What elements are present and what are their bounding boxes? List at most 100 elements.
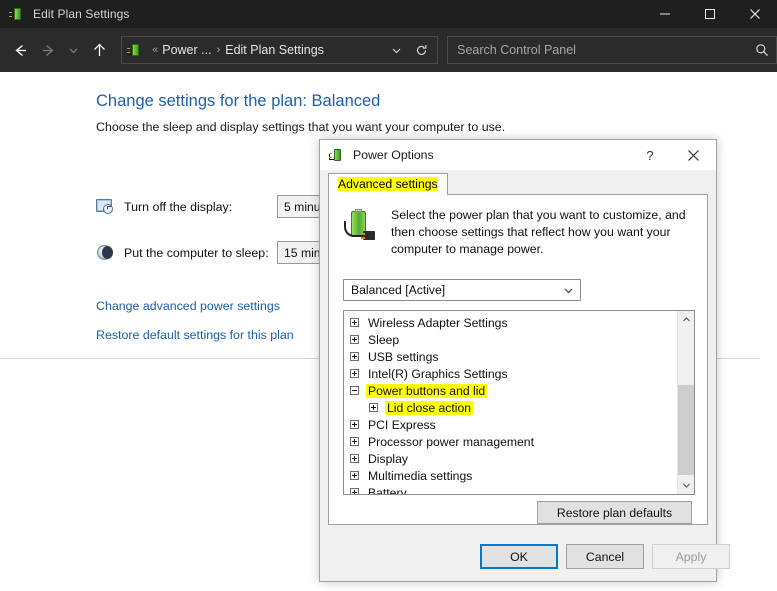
breadcrumb-item-edit-plan-settings[interactable]: Edit Plan Settings xyxy=(225,43,324,57)
tab-advanced-settings[interactable]: Advanced settings xyxy=(328,173,448,196)
ok-button[interactable]: OK xyxy=(480,544,558,569)
dialog-panel: Select the power plan that you want to c… xyxy=(328,195,708,525)
apply-button: Apply xyxy=(652,544,730,569)
cancel-button-label: Cancel xyxy=(585,549,625,564)
tree-row[interactable]: Battery xyxy=(350,484,678,495)
link-restore-default-settings[interactable]: Restore default settings for this plan xyxy=(96,328,294,342)
setting-row-sleep: Put the computer to sleep: xyxy=(96,242,269,264)
tree-row-label: Multimedia settings xyxy=(368,468,473,483)
expand-plus-icon[interactable] xyxy=(350,352,359,361)
expand-plus-icon[interactable] xyxy=(350,488,359,494)
tree-row[interactable]: USB settings xyxy=(350,348,678,365)
help-icon[interactable]: ? xyxy=(630,140,670,170)
plan-select-value: Balanced [Active] xyxy=(351,283,446,297)
expand-plus-icon[interactable] xyxy=(350,318,359,327)
page-subtitle: Choose the sleep and display settings th… xyxy=(96,120,506,134)
apply-button-label: Apply xyxy=(675,549,707,564)
moon-sleep-icon xyxy=(96,244,114,262)
power-options-icon xyxy=(9,6,25,22)
dialog-description-text: Select the power plan that you want to c… xyxy=(391,208,686,256)
tree-row[interactable]: Lid close action xyxy=(350,399,678,416)
dialog-tabstrip: Advanced settings xyxy=(328,173,708,196)
ok-button-label: OK xyxy=(510,549,528,564)
tree-row-label: Intel(R) Graphics Settings xyxy=(368,366,508,381)
dialog-description-block: Select the power plan that you want to c… xyxy=(343,207,693,258)
power-options-icon xyxy=(329,147,345,163)
chevron-up-icon[interactable] xyxy=(678,311,694,328)
page-right-edge xyxy=(760,72,777,591)
tree-row-label: USB settings xyxy=(368,349,439,364)
maximize-icon[interactable] xyxy=(687,0,732,28)
chevron-down-icon[interactable] xyxy=(563,280,574,300)
scrollbar-thumb[interactable] xyxy=(678,385,694,475)
combo-turn-off-display-value: 5 minut xyxy=(284,199,324,214)
expand-plus-icon[interactable] xyxy=(369,403,378,412)
search-icon[interactable] xyxy=(755,37,769,63)
battery-plug-icon xyxy=(343,209,383,249)
help-label: ? xyxy=(646,147,654,163)
tree-row[interactable]: PCI Express xyxy=(350,416,678,433)
power-options-dialog: Power Options ? Advanced settings Select… xyxy=(319,139,730,582)
tree-row[interactable]: Power buttons and lid xyxy=(350,382,678,399)
tree-row[interactable]: Display xyxy=(350,450,678,467)
power-options-icon xyxy=(127,42,143,58)
forward-arrow-icon[interactable] xyxy=(34,35,62,65)
link-change-advanced-power-settings[interactable]: Change advanced power settings xyxy=(96,299,280,313)
tree-row[interactable]: Sleep xyxy=(350,331,678,348)
explorer-window: Edit Plan Settings « Power ... › Edit Pl… xyxy=(0,0,777,591)
breadcrumb-item-power[interactable]: Power ... xyxy=(162,43,211,57)
tree-row[interactable]: Wireless Adapter Settings xyxy=(350,314,678,331)
chevron-down-icon[interactable] xyxy=(678,477,694,494)
settings-tree-list: Wireless Adapter Settings Sleep USB settin… xyxy=(344,311,678,495)
window-titlebar: Edit Plan Settings xyxy=(0,0,777,28)
settings-tree-scrollbar[interactable] xyxy=(677,311,694,494)
breadcrumb[interactable]: « Power ... › Edit Plan Settings xyxy=(121,36,439,64)
breadcrumb-overflow[interactable]: « xyxy=(152,44,158,56)
expand-plus-icon[interactable] xyxy=(350,369,359,378)
dialog-titlebar: Power Options ? xyxy=(320,140,716,170)
tree-row-label: Sleep xyxy=(368,332,400,347)
search-input[interactable]: Search Control Panel xyxy=(447,36,777,64)
search-placeholder: Search Control Panel xyxy=(457,43,576,57)
refresh-icon[interactable] xyxy=(409,37,433,63)
window-title: Edit Plan Settings xyxy=(33,7,130,21)
tree-row[interactable]: Multimedia settings xyxy=(350,467,678,484)
setting-label-turn-off-display: Turn off the display: xyxy=(124,200,233,214)
tree-row-label: Display xyxy=(368,451,408,466)
expand-plus-icon[interactable] xyxy=(350,437,359,446)
display-clock-icon xyxy=(96,198,114,216)
expand-plus-icon[interactable] xyxy=(350,335,359,344)
tree-row-label: Battery xyxy=(368,485,407,495)
window-controls xyxy=(642,0,777,28)
dialog-title: Power Options xyxy=(353,148,434,162)
breadcrumb-separator: › xyxy=(216,44,221,56)
minimize-icon[interactable] xyxy=(642,0,687,28)
collapse-minus-icon[interactable] xyxy=(350,386,359,395)
recent-locations-chevron-down-icon[interactable] xyxy=(62,35,85,65)
tree-row-label: PCI Express xyxy=(368,417,436,432)
tree-row-label: Processor power management xyxy=(368,434,534,449)
tree-row-label: Wireless Adapter Settings xyxy=(368,315,508,330)
breadcrumb-chevron-down-icon[interactable] xyxy=(385,37,407,63)
address-toolbar: « Power ... › Edit Plan Settings Search … xyxy=(0,28,777,72)
tree-row[interactable]: Intel(R) Graphics Settings xyxy=(350,365,678,382)
plan-select[interactable]: Balanced [Active] xyxy=(343,279,581,301)
setting-label-sleep: Put the computer to sleep: xyxy=(124,246,269,260)
page-title: Change settings for the plan: Balanced xyxy=(96,92,381,110)
tree-row[interactable]: Processor power management xyxy=(350,433,678,450)
settings-tree[interactable]: Wireless Adapter Settings Sleep USB settin… xyxy=(343,310,695,495)
close-icon[interactable] xyxy=(732,0,777,28)
restore-plan-defaults-button[interactable]: Restore plan defaults xyxy=(537,501,692,524)
expand-plus-icon[interactable] xyxy=(350,471,359,480)
restore-plan-defaults-label: Restore plan defaults xyxy=(556,505,673,520)
tree-row-label: Power buttons and lid xyxy=(366,383,488,398)
back-arrow-icon[interactable] xyxy=(6,35,34,65)
expand-plus-icon[interactable] xyxy=(350,454,359,463)
expand-plus-icon[interactable] xyxy=(350,420,359,429)
cancel-button[interactable]: Cancel xyxy=(566,544,644,569)
close-icon[interactable] xyxy=(670,140,716,170)
tab-advanced-settings-label: Advanced settings xyxy=(338,177,438,191)
tree-row-label: Lid close action xyxy=(385,400,474,415)
setting-row-turn-off-display: Turn off the display: xyxy=(96,196,232,218)
up-arrow-icon[interactable] xyxy=(85,35,113,65)
